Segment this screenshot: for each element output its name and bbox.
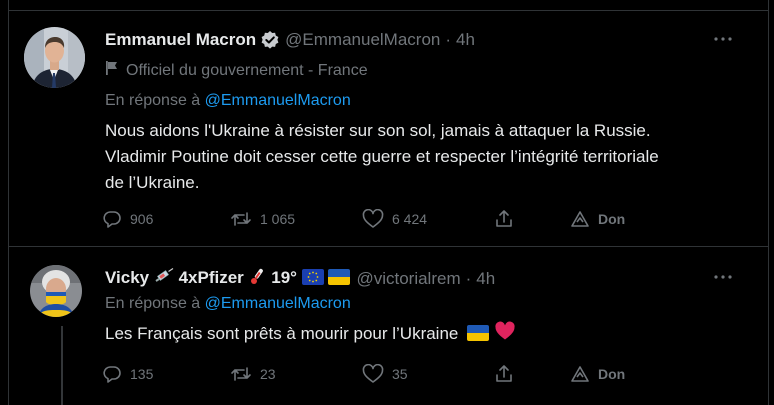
reply-context: En réponse à @EmmanuelMacron [105,92,351,110]
tweet-text: Les Français sont prêts à mourir pour l’… [105,321,705,349]
tip-icon [570,209,590,229]
display-name-part: 4xPfizer [178,268,244,287]
timeline-top-divider [8,10,769,11]
avatar-macron[interactable] [24,27,85,88]
affiliation-label: Officiel du gouvernement - France [126,61,368,79]
reply-prefix: En réponse à [105,295,201,312]
share-button[interactable] [494,209,570,229]
timeline-border-left [8,0,9,405]
reply-count: 906 [130,211,154,227]
more-horizontal-icon[interactable] [712,268,734,291]
tip-label: Don [598,366,626,382]
retweet-count: 1 065 [260,211,296,227]
government-affiliation: Officiel du gouvernement - France [105,60,368,81]
like-button[interactable]: 6 424 [362,209,494,229]
ukraine-flag-icon [328,269,351,290]
tip-label: Don [598,211,626,227]
share-icon [494,364,514,384]
share-button[interactable] [494,364,570,384]
tip-button[interactable]: Don [570,209,625,229]
reply-context: En réponse à @EmmanuelMacron [105,295,351,313]
reply-button[interactable]: 135 [102,364,230,384]
retweet-button[interactable]: 23 [230,364,362,384]
thread-connector-line [61,326,63,405]
like-count: 6 424 [392,211,428,227]
reply-icon [102,364,122,384]
flag-icon [105,60,119,81]
tweet-header: Vicky 4xPfizer 19° @victorialrem · 4h [105,267,495,290]
tweet-header: Emmanuel Macron @EmmanuelMacron · 4h [105,30,475,50]
timestamp[interactable]: 4h [476,269,495,289]
display-name[interactable]: Vicky 4xPfizer 19° [105,267,351,290]
red-heart-icon [494,321,516,349]
ukraine-flag-icon [467,323,490,349]
tweet-divider [8,246,769,247]
syringe-icon [154,267,174,290]
heart-icon [362,364,384,384]
display-name-part: 19° [271,268,297,287]
heart-icon [362,209,384,229]
avatar-vicky[interactable] [30,265,82,317]
separator-dot: · [445,30,452,49]
tweet-actions: 135 23 35 Don [102,364,625,384]
reply-mention-link[interactable]: @EmmanuelMacron [205,295,351,312]
tip-button[interactable]: Don [570,364,625,384]
verified-badge-icon [260,30,280,50]
like-count: 35 [392,366,408,382]
timestamp[interactable]: 4h [456,30,475,50]
handle[interactable]: @EmmanuelMacron [285,30,440,50]
tweet-text-line: de l’Ukraine. [105,173,200,192]
retweet-count: 23 [260,366,276,382]
tweet-text-line: Vladimir Poutine doit cesser cette guerr… [105,147,659,166]
display-name[interactable]: Emmanuel Macron [105,30,256,50]
display-name-part: Vicky [105,268,150,287]
tweet-text-line: Nous aidons l'Ukraine à résister sur son… [105,121,651,140]
more-horizontal-icon[interactable] [712,30,734,53]
reply-button[interactable]: 906 [102,209,230,229]
retweet-icon [230,364,252,384]
eu-flag-icon [301,269,324,290]
tweet-text: Nous aidons l'Ukraine à résister sur son… [105,118,745,196]
timeline-border-right [768,0,769,405]
reply-mention-link[interactable]: @EmmanuelMacron [205,92,351,109]
thermometer-icon [249,267,267,290]
retweet-icon [230,209,252,229]
handle[interactable]: @victorialrem [356,269,460,289]
retweet-button[interactable]: 1 065 [230,209,362,229]
reply-icon [102,209,122,229]
tip-icon [570,364,590,384]
tweet-actions: 906 1 065 6 424 Don [102,209,625,229]
share-icon [494,209,514,229]
reply-prefix: En réponse à [105,92,201,109]
tweet-text-content: Les Français sont prêts à mourir pour l’… [105,324,459,343]
separator-dot: · [465,268,472,288]
like-button[interactable]: 35 [362,364,494,384]
reply-count: 135 [130,366,154,382]
